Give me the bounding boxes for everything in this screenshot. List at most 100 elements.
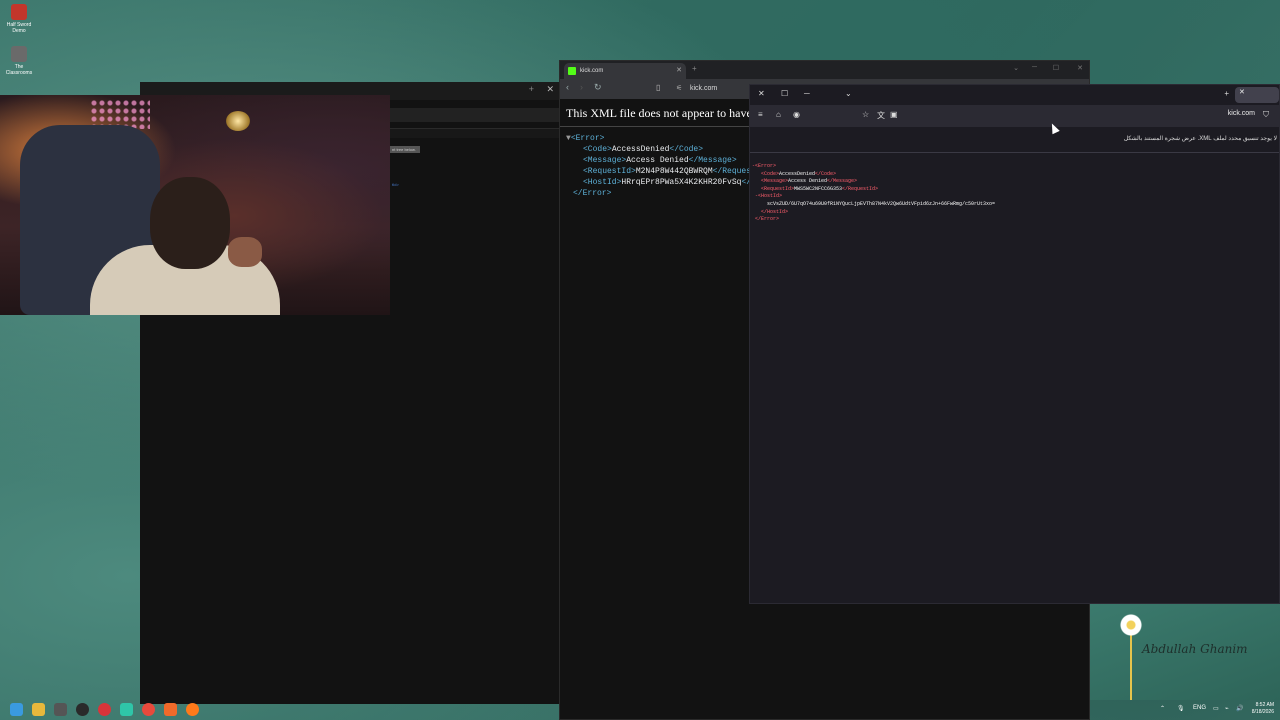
- xml-value: scVsZUD/6U7qO74u69U0fR1NYQucLjpEVTh87N4k…: [767, 200, 996, 207]
- window-strip: [390, 128, 560, 138]
- new-tab-icon[interactable]: +: [529, 84, 534, 94]
- app-icon[interactable]: [54, 703, 67, 716]
- xml-tag[interactable]: -<Error>: [752, 163, 776, 169]
- app-red-icon[interactable]: [98, 703, 111, 716]
- clock-date: 8/18/2026: [1251, 709, 1274, 715]
- minimize-icon[interactable]: ─: [804, 89, 810, 98]
- maximize-icon[interactable]: ☐: [781, 89, 788, 98]
- xml-value: Access Denied: [788, 178, 828, 185]
- menu-icon[interactable]: ≡: [758, 110, 763, 119]
- tab-strip: kick.com ✕ + ⌄ ─ ☐ ✕: [560, 61, 1089, 79]
- xml-tree: -<Error> <Code>AccessDenied</Code> <Mess…: [752, 163, 995, 224]
- tab-strip: ✕ ☐ ─ ⌄ + ✕: [750, 85, 1279, 105]
- tab-active[interactable]: ✕: [1235, 87, 1279, 103]
- close-tab-icon[interactable]: ✕: [1239, 88, 1245, 96]
- xml-tag: <Message>: [583, 156, 627, 165]
- reader-icon[interactable]: ▣: [890, 110, 898, 119]
- flower-icon: [1118, 612, 1144, 638]
- new-tab-icon[interactable]: +: [692, 64, 697, 73]
- kick-favicon-icon: [568, 67, 576, 75]
- microphone-icon[interactable]: 🎙: [1177, 705, 1185, 712]
- file-explorer-icon[interactable]: [32, 703, 45, 716]
- xml-tag: </Code>: [815, 170, 837, 177]
- firefox-window[interactable]: ✕ ☐ ─ ⌄ + ✕ ≡ ⌂ ◉ ☆ 文 ▣ kick.com ⛉ لا يو…: [749, 84, 1280, 604]
- xml-tag: <HostId>: [583, 178, 622, 187]
- xml-value: MWS5WC2NFCC6G353: [794, 185, 843, 192]
- signature-text: Abdullah Ghanim: [1142, 642, 1248, 656]
- extensions-icon[interactable]: ⌂: [776, 110, 781, 119]
- address-text[interactable]: kick.com: [1228, 110, 1255, 117]
- forward-icon[interactable]: ›: [580, 82, 583, 92]
- xml-info-bar: لا يوجد تنسيق محدد لملف XML. عرض شجرة ال…: [750, 127, 1279, 153]
- reload-icon[interactable]: ↻: [594, 82, 602, 93]
- person-head: [150, 177, 230, 269]
- back-icon[interactable]: ‹: [566, 82, 569, 92]
- tab-title: kick.com: [580, 68, 604, 74]
- xml-tag: <Message>: [761, 178, 789, 185]
- network-icon[interactable]: ⌁: [1225, 705, 1229, 712]
- language-indicator[interactable]: ENG: [1193, 705, 1206, 711]
- flower-stem: [1130, 634, 1132, 700]
- xml-tag: <Code>: [583, 145, 612, 154]
- windows-start-icon[interactable]: [10, 703, 23, 716]
- clock-time: 8:52 AM: [1255, 702, 1274, 708]
- xml-tag: <RequestId>: [583, 167, 636, 176]
- close-window-icon[interactable]: ✕: [1077, 64, 1083, 72]
- xml-tag: </Code>: [669, 145, 704, 154]
- maximize-icon[interactable]: ☐: [1053, 64, 1059, 72]
- brave-icon[interactable]: [164, 703, 177, 716]
- xml-tag: </Error>: [573, 189, 612, 198]
- xml-tag: </Message>: [827, 178, 858, 185]
- lamp: [226, 111, 250, 131]
- shield-icon[interactable]: ⛉: [1263, 110, 1269, 120]
- window-strip: [390, 108, 560, 122]
- game-icon: [11, 46, 27, 62]
- xml-tag[interactable]: -<HostId>: [755, 193, 782, 199]
- xml-info-text: لا يوجد تنسيق محدد لملف XML. عرض شجرة ال…: [1123, 136, 1277, 142]
- display-icon[interactable]: ▭: [1213, 705, 1219, 712]
- desktop-icon-half-sword[interactable]: Half Sword Demo: [2, 4, 36, 34]
- chevron-down-icon[interactable]: ⌄: [845, 89, 852, 98]
- xml-content: -<Error> <Code>AccessDenied</Code> <Mess…: [750, 155, 1279, 603]
- desktop-icon-classrooms[interactable]: The Classrooms: [2, 46, 36, 76]
- close-icon[interactable]: ✕: [546, 84, 554, 95]
- new-tab-icon[interactable]: +: [1224, 89, 1229, 98]
- bookmark-icon[interactable]: ▯: [656, 83, 660, 92]
- chrome-icon[interactable]: [142, 703, 155, 716]
- window-fragment: tId>: [392, 182, 399, 187]
- close-window-icon[interactable]: ✕: [758, 89, 765, 98]
- translate-icon[interactable]: 文: [877, 110, 885, 121]
- xml-tag: </RequestId>: [842, 185, 879, 192]
- xml-tag: <Code>: [761, 170, 780, 177]
- webcam-overlay: [0, 95, 390, 315]
- address-text: kick.com: [690, 85, 718, 92]
- person-hand: [228, 237, 262, 267]
- chevron-up-icon[interactable]: ⌃: [1160, 705, 1165, 712]
- game-icon: [11, 4, 27, 20]
- desktop-icon-label: Half Sword Demo: [6, 22, 32, 34]
- firefox-toolbar: ≡ ⌂ ◉ ☆ 文 ▣ kick.com ⛉: [750, 105, 1279, 127]
- tab-kick[interactable]: kick.com ✕: [564, 63, 686, 79]
- xml-tag: <RequestId>: [761, 185, 795, 192]
- xml-value: M2N4P8W442QBWRQM: [635, 167, 713, 176]
- taskbar: ⌃ 🎙 ENG ▭ ⌁ 🔊 8:52 AM 8/18/2026: [0, 700, 1280, 720]
- xml-tag: </Error>: [755, 216, 780, 223]
- app-teal-icon[interactable]: [120, 703, 133, 716]
- minimize-icon[interactable]: ─: [1032, 64, 1037, 71]
- desktop-icon-label: The Classrooms: [5, 64, 33, 76]
- xml-tag: </HostId>: [761, 208, 789, 215]
- window-tag: nt tree below.: [390, 146, 420, 153]
- xml-value: AccessDenied: [611, 145, 670, 154]
- close-tab-icon[interactable]: ✕: [676, 63, 682, 79]
- bookmark-star-icon[interactable]: ☆: [862, 110, 869, 119]
- chevron-down-icon[interactable]: ⌄: [1013, 64, 1019, 72]
- account-icon[interactable]: ◉: [793, 110, 800, 119]
- xml-value: AccessDenied: [779, 170, 816, 177]
- divider: [560, 126, 760, 127]
- volume-icon[interactable]: 🔊: [1236, 705, 1243, 712]
- xml-tag: </Message>: [688, 156, 737, 165]
- site-info-icon[interactable]: ⚟: [676, 82, 682, 96]
- firefox-icon[interactable]: [186, 703, 199, 716]
- clock[interactable]: 8:52 AM 8/18/2026: [1252, 702, 1274, 716]
- obs-icon[interactable]: [76, 703, 89, 716]
